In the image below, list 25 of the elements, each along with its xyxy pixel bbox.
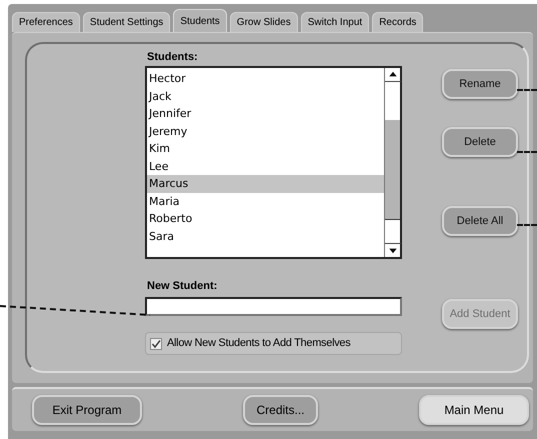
- tab[interactable]: Students: [173, 9, 227, 32]
- scrollbar[interactable]: [384, 68, 400, 257]
- list-label: Students:: [146, 50, 199, 65]
- input-field[interactable]: [145, 297, 402, 316]
- tab[interactable]: Records: [372, 12, 424, 32]
- tab[interactable]: Preferences: [12, 12, 80, 32]
- tab[interactable]: Student Settings: [82, 12, 170, 32]
- leader-line: [517, 151, 537, 153]
- button[interactable]: Credits...: [243, 395, 318, 425]
- button[interactable]: Exit Program: [32, 395, 142, 425]
- button[interactable]: Delete All: [442, 206, 518, 236]
- tab[interactable]: Switch Input: [300, 12, 370, 32]
- button[interactable]: Delete: [442, 127, 518, 157]
- button[interactable]: Main Menu: [419, 395, 529, 425]
- button[interactable]: Rename: [442, 69, 518, 99]
- student-list[interactable]: Hector Jack Jennifer Jeremy Kim Lee Marcus Maria Roberto Sara: [145, 66, 402, 259]
- list-item[interactable]: Marcus: [147, 175, 384, 192]
- checkbox[interactable]: [150, 338, 162, 350]
- checkbox-label: Allow New Students to Add Themselves: [167, 336, 350, 352]
- tab[interactable]: Grow Slides: [230, 12, 298, 32]
- leader-line: [517, 224, 537, 226]
- checkbox-row[interactable]: Allow New Students to Add Themselves: [145, 332, 402, 355]
- leader-line: [517, 89, 537, 91]
- scroll-thumb[interactable]: [385, 120, 400, 220]
- field-label: New Student:: [146, 279, 218, 294]
